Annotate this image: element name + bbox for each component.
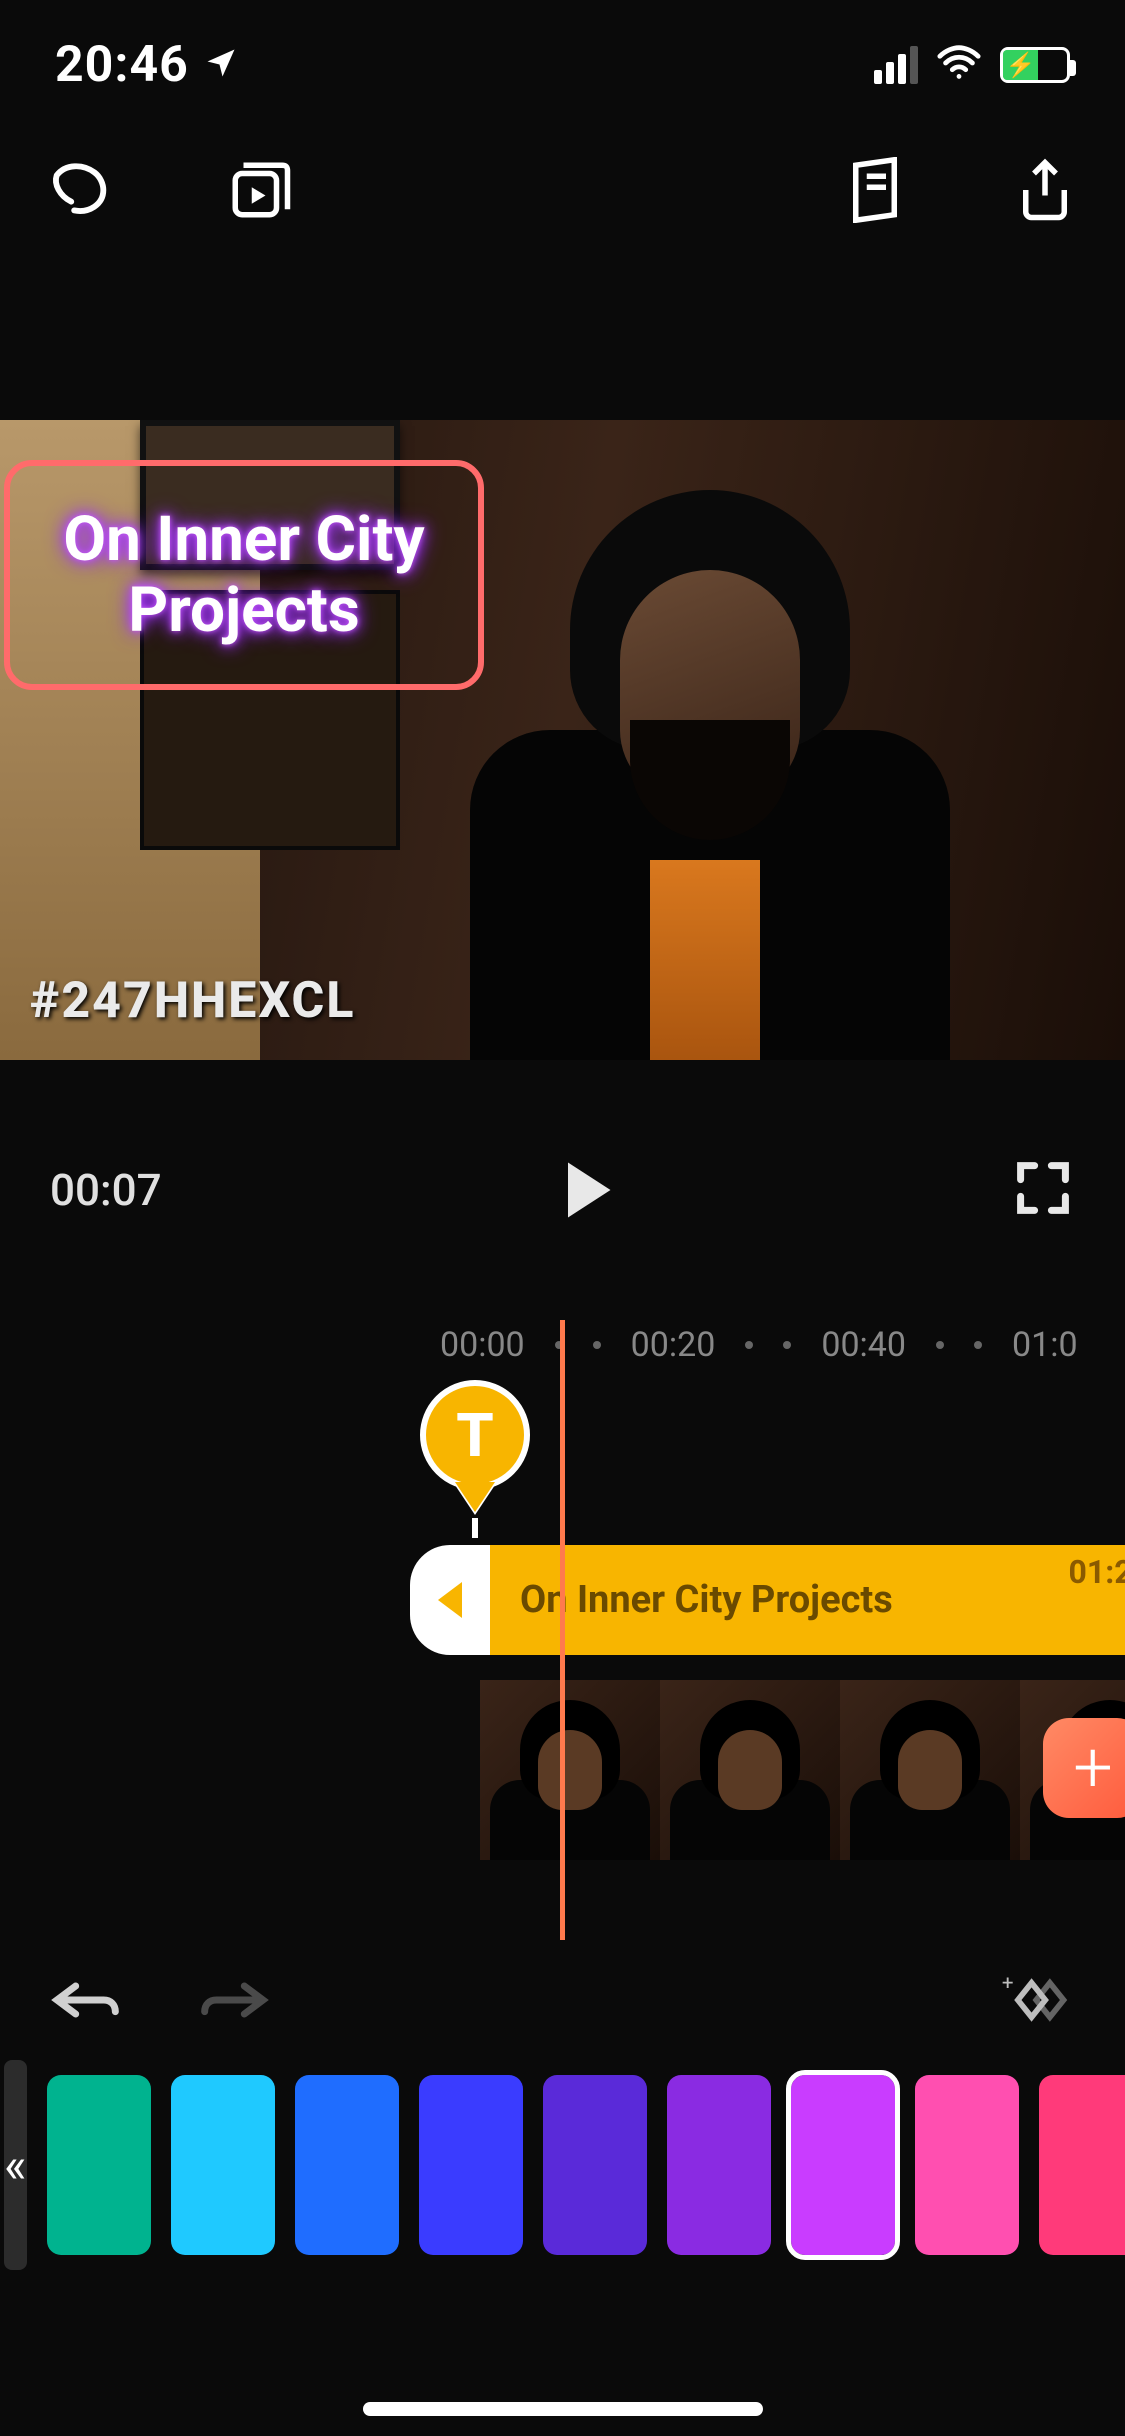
fullscreen-button[interactable] — [1015, 1160, 1075, 1220]
caption-line1: On Inner City — [63, 504, 424, 575]
caption-track: On Inner City Projects 01:25 — [410, 1545, 1125, 1655]
color-swatch[interactable] — [171, 2075, 275, 2255]
cellular-signal-icon — [874, 46, 918, 84]
home-indicator[interactable] — [363, 2402, 763, 2416]
top-toolbar — [0, 130, 1125, 250]
color-swatch[interactable] — [915, 2075, 1019, 2255]
redo-button — [200, 1975, 270, 2025]
ruler-tick: 00:40 — [821, 1325, 906, 1365]
wifi-icon — [936, 40, 982, 90]
caption-clip-text: On Inner City Projects — [520, 1578, 893, 1622]
text-track-marker[interactable]: T — [420, 1380, 530, 1520]
ruler-tick: 00:00 — [440, 1325, 525, 1365]
video-preview[interactable]: On Inner City Projects #247HHEXCL — [0, 420, 1125, 1060]
color-swatch[interactable] — [47, 2075, 151, 2255]
share-icon[interactable] — [1010, 155, 1080, 225]
current-time: 00:07 — [50, 1164, 162, 1216]
status-time: 20:46 — [55, 36, 189, 94]
timeline[interactable]: 00:00 00:20 00:40 01:0 T On Inner City P… — [0, 1320, 1125, 1940]
color-swatch[interactable] — [295, 2075, 399, 2255]
battery-icon: ⚡ — [1000, 47, 1070, 83]
text-marker-label: T — [420, 1380, 530, 1490]
add-clip-button[interactable]: + — [1043, 1718, 1125, 1818]
caption-overlay[interactable]: On Inner City Projects — [4, 460, 484, 690]
keyframe-button[interactable]: + — [995, 1970, 1075, 2030]
caption-clip[interactable]: On Inner City Projects 01:25 — [490, 1545, 1125, 1655]
video-thumb[interactable] — [660, 1680, 840, 1860]
status-bar: 20:46 ⚡ — [0, 0, 1125, 130]
play-button[interactable] — [553, 1155, 623, 1225]
color-swatch[interactable] — [667, 2075, 771, 2255]
color-palette: « — [0, 2060, 1125, 2270]
caption-clip-duration: 01:25 — [1069, 1553, 1125, 1591]
color-swatch[interactable] — [1039, 2075, 1125, 2255]
caption-line2: Projects — [63, 575, 424, 646]
guide-icon[interactable] — [840, 155, 910, 225]
playback-controls: 00:07 — [0, 1060, 1125, 1320]
playhead[interactable] — [560, 1320, 565, 1940]
video-thumb[interactable] — [480, 1680, 660, 1860]
play-square-icon[interactable] — [225, 155, 295, 225]
collapse-palette-button[interactable]: « — [4, 2060, 27, 2270]
location-icon — [203, 36, 239, 94]
home-icon[interactable] — [45, 155, 115, 225]
undo-button[interactable] — [50, 1975, 120, 2025]
color-swatch[interactable] — [791, 2075, 895, 2255]
color-swatch[interactable] — [419, 2075, 523, 2255]
video-track[interactable]: + — [480, 1680, 1125, 1860]
ruler-tick: 00:20 — [631, 1325, 716, 1365]
history-controls: + — [0, 1940, 1125, 2060]
caption-trim-handle[interactable] — [410, 1545, 490, 1655]
watermark: #247HHEXCL — [30, 972, 355, 1030]
color-swatch[interactable] — [543, 2075, 647, 2255]
video-thumb[interactable] — [840, 1680, 1020, 1860]
ruler-tick: 01:0 — [1012, 1325, 1078, 1365]
svg-text:+: + — [1002, 1972, 1014, 1996]
